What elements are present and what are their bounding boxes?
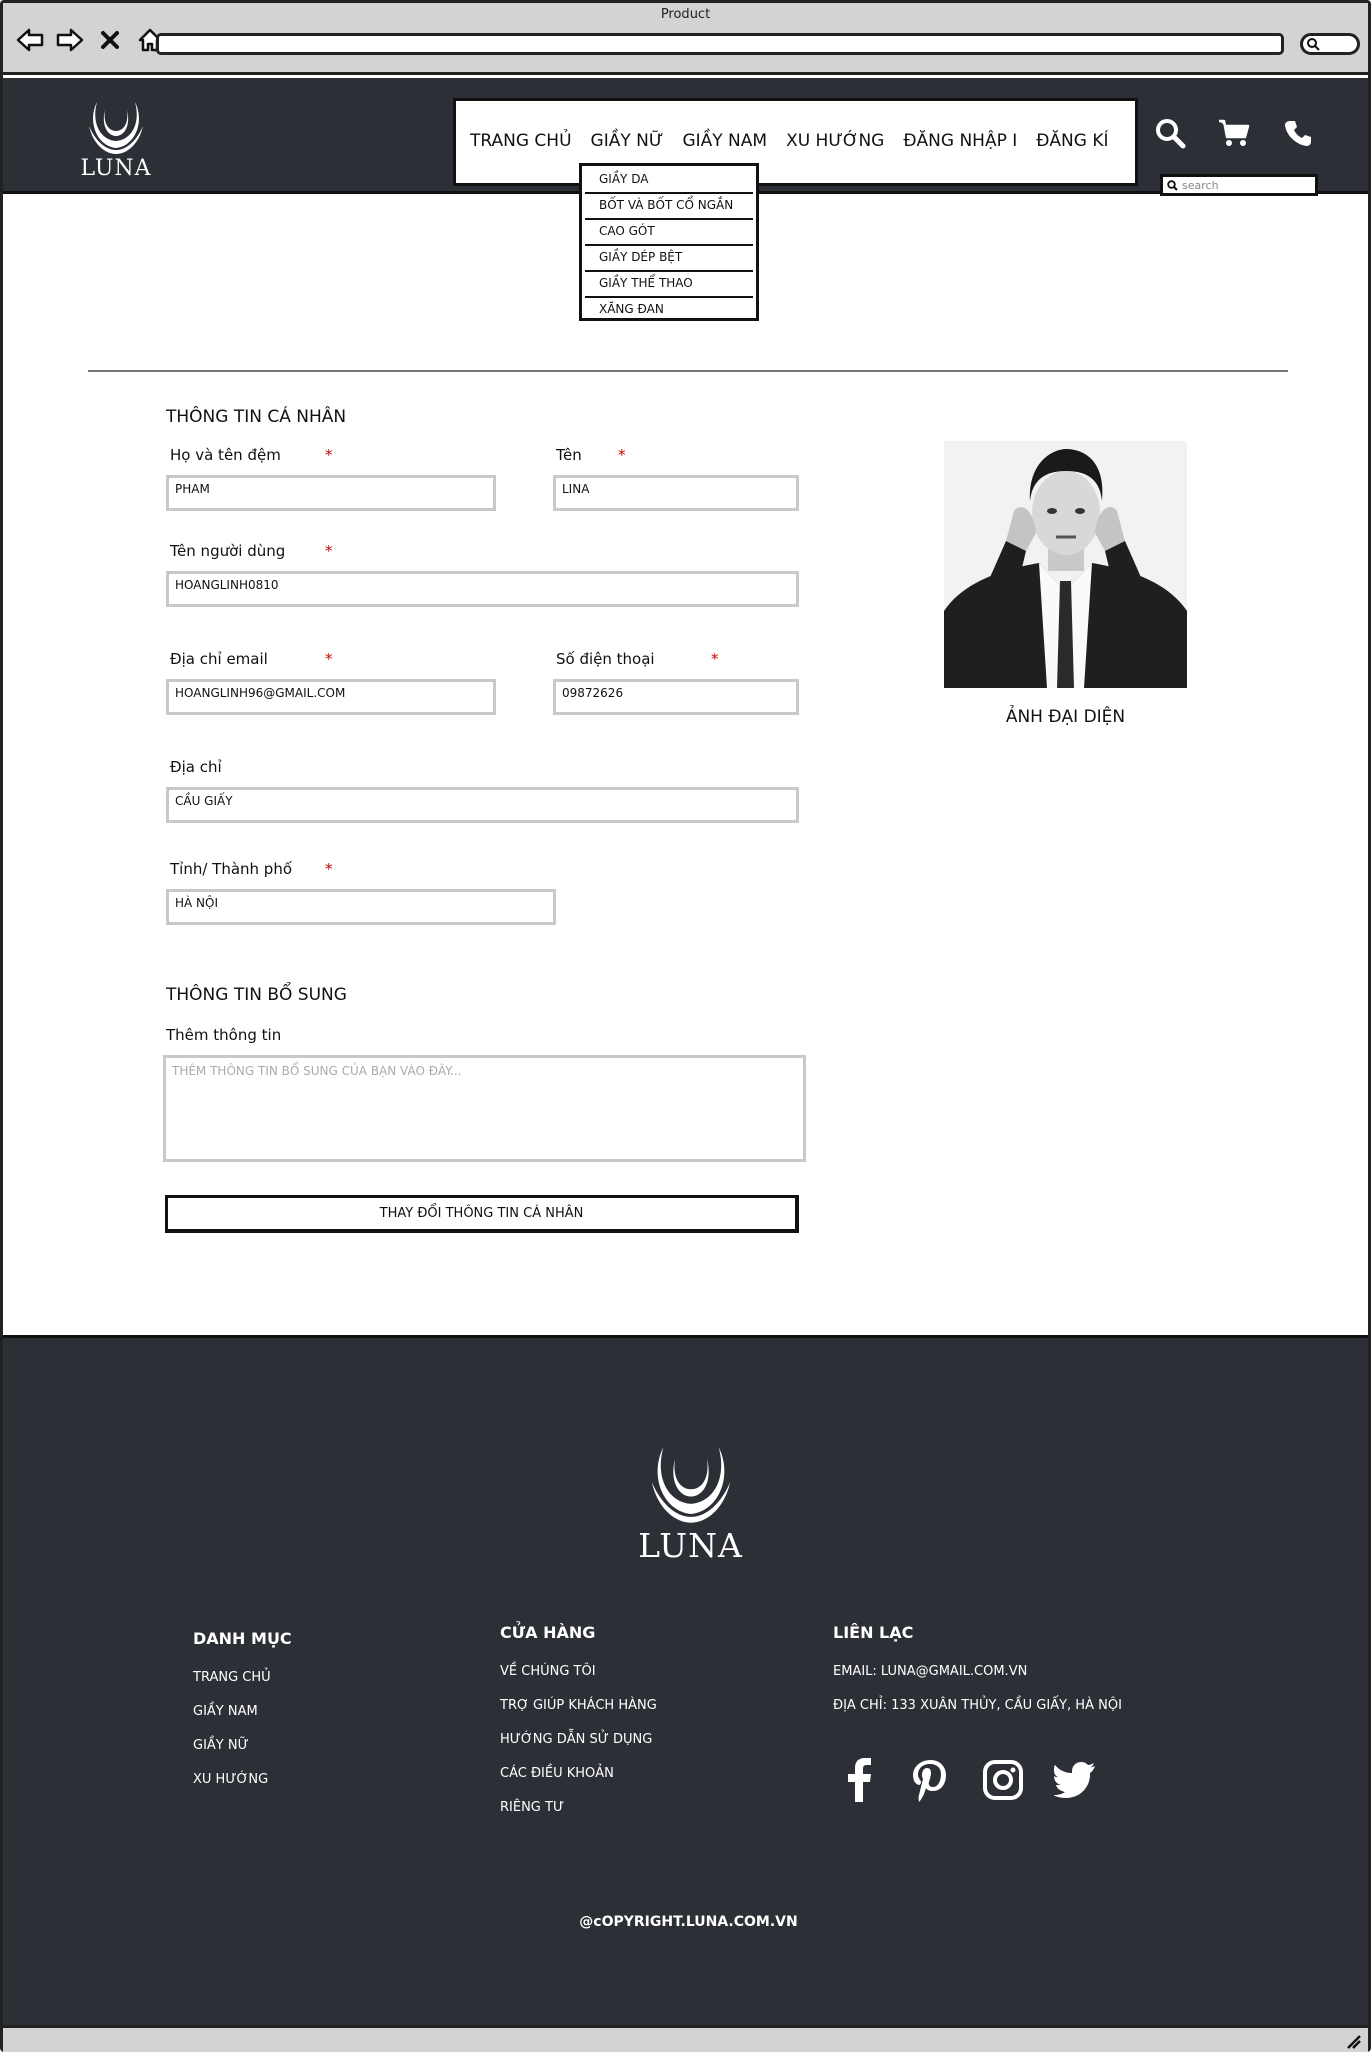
copyright-text: @cOPYRIGHT.LUNA.COM.VN bbox=[579, 1914, 798, 1930]
pinterest-icon[interactable] bbox=[910, 1758, 952, 1802]
phone-label: Số điện thoại bbox=[556, 650, 655, 668]
dropdown-item-dep-bet[interactable]: GIẦY DÉP BỆT bbox=[585, 246, 753, 272]
footer-col-title: CỬA HÀNG bbox=[500, 1623, 596, 1642]
search-icon bbox=[1167, 179, 1178, 191]
footer-col-lien-lac: LIÊN LẠC EMAIL: LUNA@GMAIL.COM.VN ĐỊA CH… bbox=[833, 1623, 1122, 1732]
footer-logo[interactable]: LUNA bbox=[633, 1438, 748, 1565]
phone-icon[interactable] bbox=[1281, 116, 1315, 150]
window-title: Product bbox=[660, 7, 711, 22]
city-label: Tỉnh/ Thành phố bbox=[170, 860, 293, 878]
footer-link[interactable]: XU HƯỚNG bbox=[193, 1772, 292, 1806]
browser-window: Product LUNA TRANG CHỦ GIẦY NỮ GIẦY NAM … bbox=[0, 0, 1371, 2052]
giay-nu-dropdown: GIẦY DA BỐT VÀ BỐT CỔ NGẮN CAO GÓT GIẦY … bbox=[579, 163, 759, 321]
footer-col-danh-muc: DANH MỤC TRANG CHỦ GIẦY NAM GIẦY NỮ XU H… bbox=[193, 1629, 292, 1806]
browser-nav bbox=[15, 25, 165, 55]
browser-search-field[interactable] bbox=[1300, 33, 1360, 55]
cart-icon[interactable] bbox=[1217, 116, 1251, 150]
required-mark: * bbox=[325, 446, 333, 464]
required-mark: * bbox=[618, 446, 626, 464]
avatar-image[interactable] bbox=[944, 441, 1187, 688]
username-field[interactable]: HOANGLINH0810 bbox=[166, 571, 799, 607]
browser-status-bar bbox=[3, 2025, 1368, 2052]
required-mark: * bbox=[711, 650, 719, 668]
header-icons bbox=[1153, 116, 1315, 150]
footer-link[interactable]: TRỢ GIÚP KHÁCH HÀNG bbox=[500, 1698, 657, 1732]
middle-name-field[interactable]: PHAM bbox=[166, 475, 496, 511]
footer-contact-email[interactable]: EMAIL: LUNA@GMAIL.COM.VN bbox=[833, 1664, 1122, 1698]
nav-dang-nhap[interactable]: ĐĂNG NHẬP I bbox=[903, 131, 1017, 151]
address-bar[interactable] bbox=[156, 33, 1284, 55]
footer-link[interactable]: HƯỚNG DẪN SỬ DỤNG bbox=[500, 1732, 657, 1766]
extra-info-label: Thêm thông tin bbox=[166, 1026, 282, 1044]
resize-handle-icon[interactable] bbox=[1344, 2032, 1362, 2050]
first-name-label: Tên bbox=[556, 446, 582, 464]
browser-toolbar: Product bbox=[3, 3, 1368, 75]
facebook-icon[interactable] bbox=[838, 1758, 880, 1802]
back-icon[interactable] bbox=[15, 25, 45, 55]
twitter-icon[interactable] bbox=[1054, 1758, 1096, 1802]
content-divider bbox=[88, 370, 1288, 372]
dropdown-item-bot[interactable]: BỐT VÀ BỐT CỔ NGẮN bbox=[585, 194, 753, 220]
dropdown-item-giay-da[interactable]: GIẦY DA bbox=[585, 168, 753, 194]
footer-col-cua-hang: CỬA HÀNG VỀ CHÚNG TÔI TRỢ GIÚP KHÁCH HÀN… bbox=[500, 1623, 657, 1834]
dropdown-item-the-thao[interactable]: GIẦY THỂ THAO bbox=[585, 272, 753, 298]
footer-logo-text: LUNA bbox=[638, 1526, 743, 1565]
extra-info-textarea[interactable]: THÊM THÔNG TIN BỔ SUNG CỦA BẠN VÀO ĐÂY..… bbox=[163, 1055, 806, 1162]
footer-col-title: LIÊN LẠC bbox=[833, 1623, 914, 1642]
header-search-input[interactable]: search bbox=[1160, 174, 1318, 196]
footer-link[interactable]: VỀ CHÚNG TÔI bbox=[500, 1664, 657, 1698]
first-name-field[interactable]: LINA bbox=[553, 475, 799, 511]
address-field[interactable]: CẦU GIẤY bbox=[166, 787, 799, 823]
email-field[interactable]: HOANGLINH96@GMAIL.COM bbox=[166, 679, 496, 715]
footer-link[interactable]: RIÊNG TƯ bbox=[500, 1800, 657, 1834]
nav-dang-ki[interactable]: ĐĂNG KÍ bbox=[1036, 131, 1108, 151]
search-icon[interactable] bbox=[1153, 116, 1187, 150]
close-icon[interactable] bbox=[95, 25, 125, 55]
personal-info-title: THÔNG TIN CÁ NHÂN bbox=[166, 407, 347, 427]
nav-giay-nu[interactable]: GIẦY NỮ bbox=[591, 131, 664, 151]
forward-icon[interactable] bbox=[55, 25, 85, 55]
username-label: Tên người dùng bbox=[170, 542, 286, 560]
moon-logo-icon bbox=[89, 102, 143, 154]
extra-info-title: THÔNG TIN BỔ SUNG bbox=[166, 985, 347, 1005]
nav-giay-nam[interactable]: GIẦY NAM bbox=[682, 131, 767, 151]
dropdown-item-cao-got[interactable]: CAO GÓT bbox=[585, 220, 753, 246]
instagram-icon[interactable] bbox=[982, 1758, 1024, 1802]
footer-link[interactable]: TRANG CHỦ bbox=[193, 1670, 292, 1704]
middle-name-label: Họ và tên đệm bbox=[170, 446, 281, 464]
moon-logo-icon bbox=[651, 1447, 730, 1523]
footer-col-title: DANH MỤC bbox=[193, 1629, 292, 1648]
address-label: Địa chỉ bbox=[170, 758, 222, 776]
nav-xu-huong[interactable]: XU HƯỚNG bbox=[786, 131, 884, 151]
phone-field[interactable]: 09872626 bbox=[553, 679, 799, 715]
footer-link[interactable]: GIẦY NỮ bbox=[193, 1738, 292, 1772]
required-mark: * bbox=[325, 650, 333, 668]
required-mark: * bbox=[325, 542, 333, 560]
required-mark: * bbox=[325, 860, 333, 878]
logo-text: LUNA bbox=[80, 156, 152, 181]
site-footer: LUNA DANH MỤC TRANG CHỦ GIẦY NAM GIẦY NỮ… bbox=[3, 1335, 1368, 2025]
search-placeholder: search bbox=[1182, 178, 1219, 192]
update-profile-button[interactable]: THAY ĐỔI THÔNG TIN CÁ NHÂN bbox=[165, 1195, 799, 1233]
footer-contact-address: ĐỊA CHỈ: 133 XUÂN THỦY, CẦU GIẤY, HÀ NỘI bbox=[833, 1698, 1122, 1713]
email-label: Địa chỉ email bbox=[170, 650, 268, 668]
city-field[interactable]: HÀ NỘI bbox=[166, 889, 556, 925]
nav-trang-chu[interactable]: TRANG CHỦ bbox=[470, 131, 572, 151]
footer-link[interactable]: CÁC ĐIỀU KHOẢN bbox=[500, 1766, 657, 1800]
avatar-caption: ẢNH ĐẠI DIỆN bbox=[1005, 707, 1126, 727]
main-nav: TRANG CHỦ GIẦY NỮ GIẦY NAM XU HƯỚNG ĐĂNG… bbox=[453, 98, 1138, 186]
dropdown-item-xang-dan[interactable]: XĂNG ĐAN bbox=[585, 298, 753, 324]
footer-link[interactable]: GIẦY NAM bbox=[193, 1704, 292, 1738]
social-links bbox=[838, 1758, 1096, 1802]
site-logo[interactable]: LUNA bbox=[73, 96, 159, 181]
